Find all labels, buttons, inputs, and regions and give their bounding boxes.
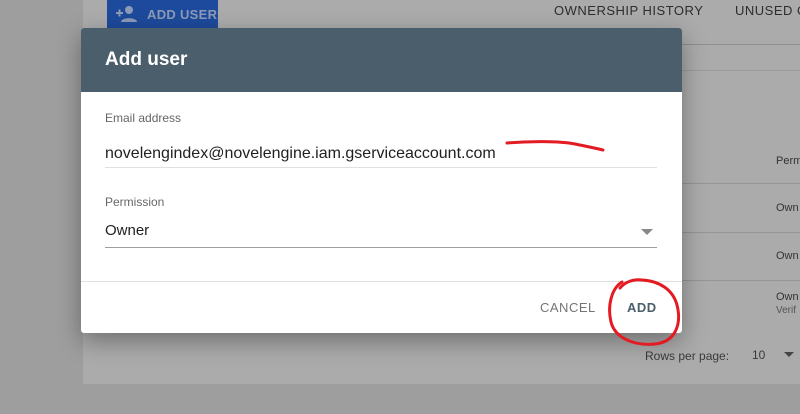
permission-underline	[105, 247, 657, 248]
rows-per-page-select[interactable]: 10	[752, 348, 765, 362]
tab-unused[interactable]: UNUSED O	[735, 3, 800, 18]
permission-value: Owner	[105, 222, 150, 239]
table-header-permission: Perm	[776, 155, 800, 167]
email-field[interactable]: novelengindex@novelengine.iam.gserviceac…	[105, 145, 496, 163]
dropdown-arrow-icon[interactable]	[641, 229, 653, 235]
table-row-divider	[682, 280, 800, 281]
add-button[interactable]: ADD	[627, 300, 657, 315]
email-field-underline	[105, 167, 657, 168]
tab-ownership-history[interactable]: OWNERSHIP HISTORY	[554, 3, 703, 18]
dialog-title: Add user	[105, 49, 188, 70]
table-cell-permission: Own	[776, 202, 799, 214]
rows-per-page-label: Rows per page:	[645, 349, 730, 363]
table-cell-subtext: Verif	[776, 305, 797, 316]
table-cell-permission: Own	[776, 291, 799, 303]
permission-select[interactable]: Owner	[105, 218, 657, 248]
person-add-icon	[116, 6, 137, 22]
table-row-divider	[682, 232, 800, 233]
dialog-header: Add user	[81, 28, 682, 92]
dialog-divider	[81, 281, 682, 282]
chevron-down-icon[interactable]	[784, 352, 794, 357]
add-user-dialog: Add user Email address novelengindex@nov…	[81, 28, 682, 333]
add-user-label: ADD USER	[147, 6, 218, 22]
add-user-button[interactable]: ADD USER	[107, 0, 218, 28]
table-row-divider	[682, 183, 800, 184]
cancel-button[interactable]: CANCEL	[540, 300, 596, 315]
email-field-label: Email address	[105, 111, 182, 125]
permission-field-label: Permission	[105, 195, 165, 209]
table-cell-permission: Own	[776, 250, 799, 262]
